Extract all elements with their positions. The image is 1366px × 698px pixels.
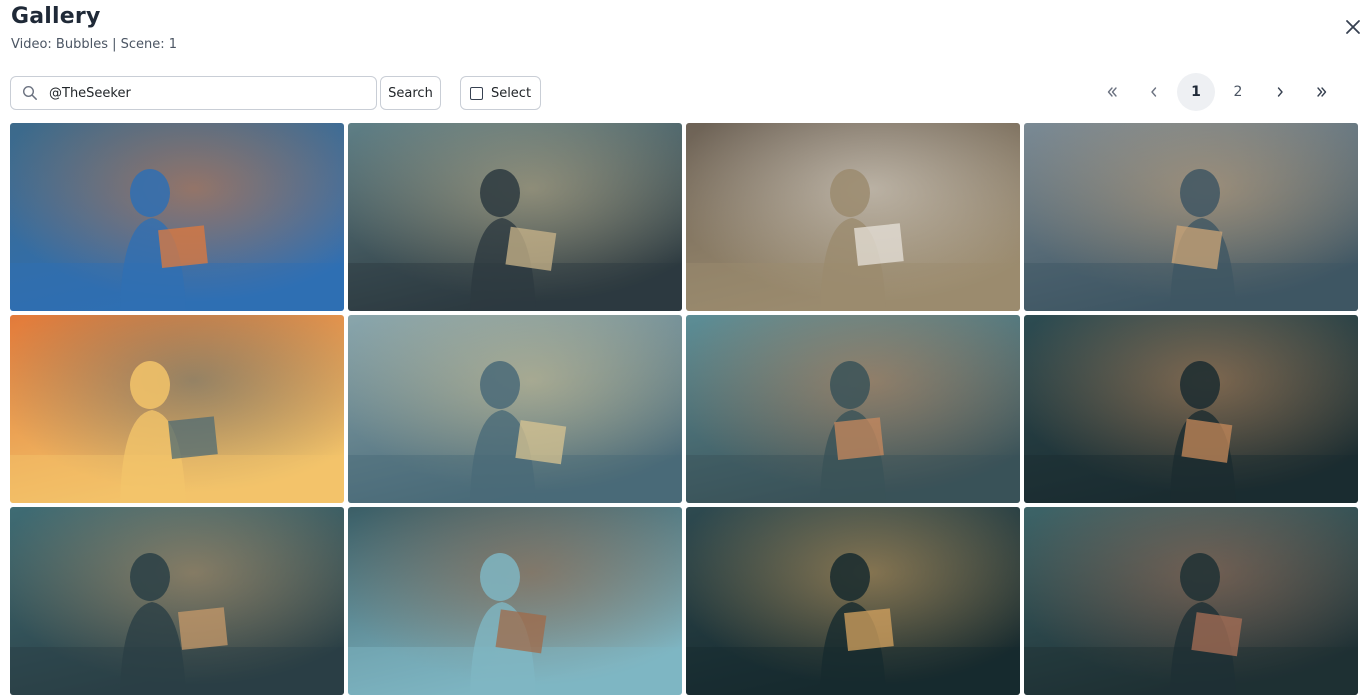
prev-page-button[interactable] [1135, 73, 1173, 111]
gallery-image[interactable] [10, 315, 344, 503]
gallery-image-art [348, 315, 682, 503]
gallery-image-art [1024, 123, 1358, 311]
gallery-image[interactable] [348, 315, 682, 503]
gallery-image-art [1024, 315, 1358, 503]
select-checkbox[interactable] [469, 86, 483, 100]
last-page-button[interactable] [1303, 73, 1341, 111]
page-title: Gallery [11, 4, 101, 29]
gallery-image-art [1024, 507, 1358, 695]
gallery-image-art [686, 507, 1020, 695]
first-page-button[interactable] [1093, 73, 1131, 111]
chevron-left-icon [1151, 87, 1157, 97]
close-button[interactable] [1342, 16, 1364, 38]
double-chevron-left-icon [1107, 87, 1117, 97]
gallery-image[interactable] [1024, 315, 1358, 503]
gallery-image-art [348, 507, 682, 695]
gallery-image-art [686, 123, 1020, 311]
gallery-image[interactable] [348, 507, 682, 695]
search-box [10, 76, 377, 110]
page-subtitle: Video: Bubbles | Scene: 1 [11, 37, 178, 52]
page-button-2[interactable]: 2 [1219, 73, 1257, 111]
gallery-image[interactable] [686, 507, 1020, 695]
close-icon [1346, 20, 1360, 34]
search-icon [11, 77, 49, 109]
double-chevron-right-icon [1317, 87, 1327, 97]
gallery-grid [10, 123, 1359, 695]
gallery-image[interactable] [686, 315, 1020, 503]
gallery-image[interactable] [1024, 123, 1358, 311]
gallery-image[interactable] [686, 123, 1020, 311]
gallery-image[interactable] [10, 123, 344, 311]
select-label: Select [490, 85, 532, 101]
pagination: 1 2 [1093, 73, 1341, 111]
gallery-image-art [10, 315, 344, 503]
gallery-image-art [686, 315, 1020, 503]
page-button-1[interactable]: 1 [1177, 73, 1215, 111]
gallery-image[interactable] [10, 507, 344, 695]
gallery-image[interactable] [1024, 507, 1358, 695]
next-page-button[interactable] [1261, 73, 1299, 111]
chevron-right-icon [1277, 87, 1283, 97]
search-input[interactable] [49, 78, 369, 108]
select-button[interactable]: Select [460, 76, 541, 110]
gallery-image-art [10, 507, 344, 695]
gallery-image[interactable] [348, 123, 682, 311]
search-button[interactable]: Search [380, 76, 441, 110]
gallery-image-art [348, 123, 682, 311]
gallery-image-art [10, 123, 344, 311]
